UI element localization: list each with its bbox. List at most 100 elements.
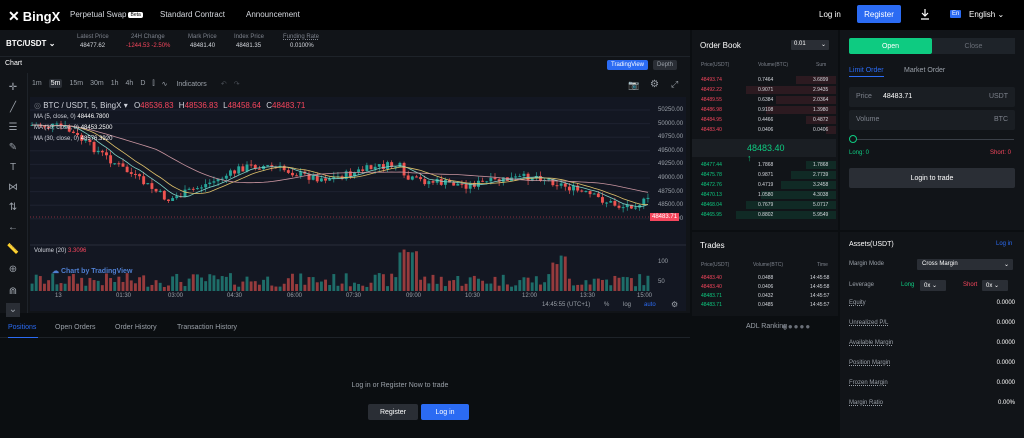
close-tab-button[interactable]: Close	[932, 38, 1015, 54]
tab-transaction-history[interactable]: Transaction History	[177, 324, 237, 331]
tab-open-orders[interactable]: Open Orders	[55, 324, 95, 331]
funding-rate-label[interactable]: Funding Rate	[283, 34, 319, 40]
leverage-short-select[interactable]: 0x ⌄	[982, 280, 1008, 291]
ask-row[interactable]: 48486.98 0.9108 1.3980	[692, 106, 836, 114]
forecast-icon[interactable]: ⇅	[6, 201, 20, 215]
bid-row[interactable]: 48475.78 0.9871 2.7739	[692, 171, 836, 179]
interval-15m[interactable]: 15m	[69, 80, 83, 87]
interval-1m[interactable]: 1m	[32, 80, 42, 87]
open-tab-button[interactable]: Open	[849, 38, 932, 54]
interval-30m[interactable]: 30m	[90, 80, 104, 87]
volume-bar	[419, 279, 423, 291]
ask-row[interactable]: 48483.40 0.0406 0.0406	[692, 126, 836, 134]
bid-row[interactable]: 48468.04 0.7679 5.0717	[692, 201, 836, 209]
zoom-icon[interactable]: ⊕	[6, 263, 20, 277]
bid-row[interactable]: 48470.13 1.0580 4.3038	[692, 191, 836, 199]
margin-mode-select[interactable]: Cross Margin ⌄	[917, 259, 1013, 270]
back-arrow-icon[interactable]: ←	[6, 221, 20, 235]
bid-row[interactable]: 48465.95 0.8802 5.9549	[692, 211, 836, 219]
nav-announcement[interactable]: Announcement	[246, 10, 300, 19]
pattern-icon[interactable]: ⋈	[6, 181, 20, 195]
bid-row[interactable]: 48472.76 0.4719 3.2458	[692, 181, 836, 189]
ask-row[interactable]: 48489.55 0.6384 2.0364	[692, 96, 836, 104]
candle-body	[609, 201, 613, 203]
tradingview-button[interactable]: TradingView	[607, 60, 649, 70]
funding-rate-value: 0.0100%	[290, 43, 314, 49]
candle-body	[183, 189, 187, 197]
magnet-icon[interactable]: ⋒	[6, 285, 20, 299]
tab-market-order[interactable]: Market Order	[904, 67, 945, 74]
download-icon[interactable]	[920, 8, 930, 20]
indicators-button[interactable]: ∿ Indicators	[162, 80, 214, 88]
candle-body	[514, 176, 518, 178]
volume-slider-track[interactable]	[852, 139, 1014, 140]
bingx-logo[interactable]: ✕ BingX	[8, 8, 60, 25]
settings-icon[interactable]: ⚙	[650, 79, 659, 90]
collapse-icon[interactable]: ⌄	[6, 303, 20, 317]
percent-toggle[interactable]: %	[604, 302, 609, 308]
volume-slider-handle[interactable]	[849, 135, 857, 143]
candle-body	[212, 181, 216, 183]
ask-row[interactable]: 48493.74 0.7464 3.6899	[692, 76, 836, 84]
assets-login-link[interactable]: Log in	[996, 241, 1012, 247]
language-selector[interactable]: English ⌄	[969, 10, 1004, 19]
bid-row[interactable]: 48477.44 1.7868 1.7868	[692, 161, 836, 169]
volume-bar	[274, 286, 278, 291]
mark-price-label: Mark Price	[188, 34, 217, 40]
candle-body	[365, 165, 369, 171]
depth-button[interactable]: Depth	[653, 60, 678, 70]
register-button[interactable]: Register	[857, 5, 901, 23]
crosshair-icon[interactable]: ✛	[6, 81, 20, 95]
price-chart[interactable]: ◎ BTC / USDT, 5, BingX ▾ O48536.83 H4853…	[30, 97, 686, 311]
candle-body	[146, 183, 150, 185]
text-icon[interactable]: T	[6, 161, 20, 175]
utc-clock[interactable]: 14:45:55 (UTC+1)	[542, 302, 590, 308]
chart-settings-icon[interactable]: ⚙	[671, 300, 678, 309]
fib-icon[interactable]: ☰	[6, 121, 20, 135]
volume-bar	[534, 276, 538, 291]
volume-bar	[233, 284, 237, 291]
trendline-icon[interactable]: ╱	[6, 101, 20, 115]
ask-volume: 0.4466	[758, 117, 774, 123]
login-button-bottom[interactable]: Log in	[421, 404, 469, 420]
ask-row[interactable]: 48484.95 0.4466 0.4872	[692, 116, 836, 124]
pair-selector[interactable]: BTC/USDT ⌄	[6, 39, 55, 48]
bid-price: 48472.76	[701, 182, 722, 188]
login-to-trade-button[interactable]: Login to trade	[849, 168, 1015, 188]
brush-icon[interactable]: ✎	[6, 141, 20, 155]
price-input[interactable]: Price 48483.71 USDT	[849, 87, 1015, 107]
precision-select[interactable]: 0.01 ⌄	[791, 40, 829, 50]
candle-type-icon[interactable]: ⫿	[152, 80, 154, 88]
ask-volume: 0.9108	[758, 107, 774, 113]
interval-1h[interactable]: 1h	[111, 80, 119, 87]
redo-icon[interactable]: ↷	[234, 80, 240, 88]
interval-5m[interactable]: 5m	[48, 79, 63, 88]
auto-toggle[interactable]: auto	[644, 302, 656, 308]
leverage-long-select[interactable]: 0x ⌄	[920, 280, 946, 291]
tab-positions[interactable]: Positions	[8, 324, 36, 331]
tradingview-watermark[interactable]: ☁ Chart by TradingView	[52, 267, 132, 275]
candle-body	[452, 182, 456, 186]
camera-icon[interactable]: 📷	[628, 80, 639, 91]
change-label: 24H Change	[131, 34, 165, 40]
time-axis-label: 15:00	[637, 293, 653, 299]
volume-input[interactable]: Volume BTC	[849, 110, 1015, 130]
interval-4h[interactable]: 4h	[126, 80, 134, 87]
candle-body	[456, 183, 460, 186]
ruler-icon[interactable]: 📏	[6, 243, 20, 257]
tab-limit-order[interactable]: Limit Order	[849, 67, 884, 77]
login-link[interactable]: Log in	[819, 10, 841, 19]
nav-perpetual-swap[interactable]: Perpetual Swap Beta	[70, 10, 143, 19]
fullscreen-icon[interactable]: ⤢	[671, 79, 678, 90]
interval-d[interactable]: D	[140, 80, 145, 87]
nav-standard-contract[interactable]: Standard Contract	[160, 10, 225, 19]
volume-bar	[220, 276, 224, 291]
ob-header-price: Price(USDT)	[701, 62, 730, 68]
tab-order-history[interactable]: Order History	[115, 324, 157, 331]
register-button-bottom[interactable]: Register	[368, 404, 418, 420]
candle-body	[76, 132, 79, 135]
volume-bar	[315, 282, 319, 291]
log-toggle[interactable]: log	[623, 302, 631, 308]
ask-row[interactable]: 48492.22 0.9071 2.9435	[692, 86, 836, 94]
undo-icon[interactable]: ↶	[221, 80, 227, 88]
